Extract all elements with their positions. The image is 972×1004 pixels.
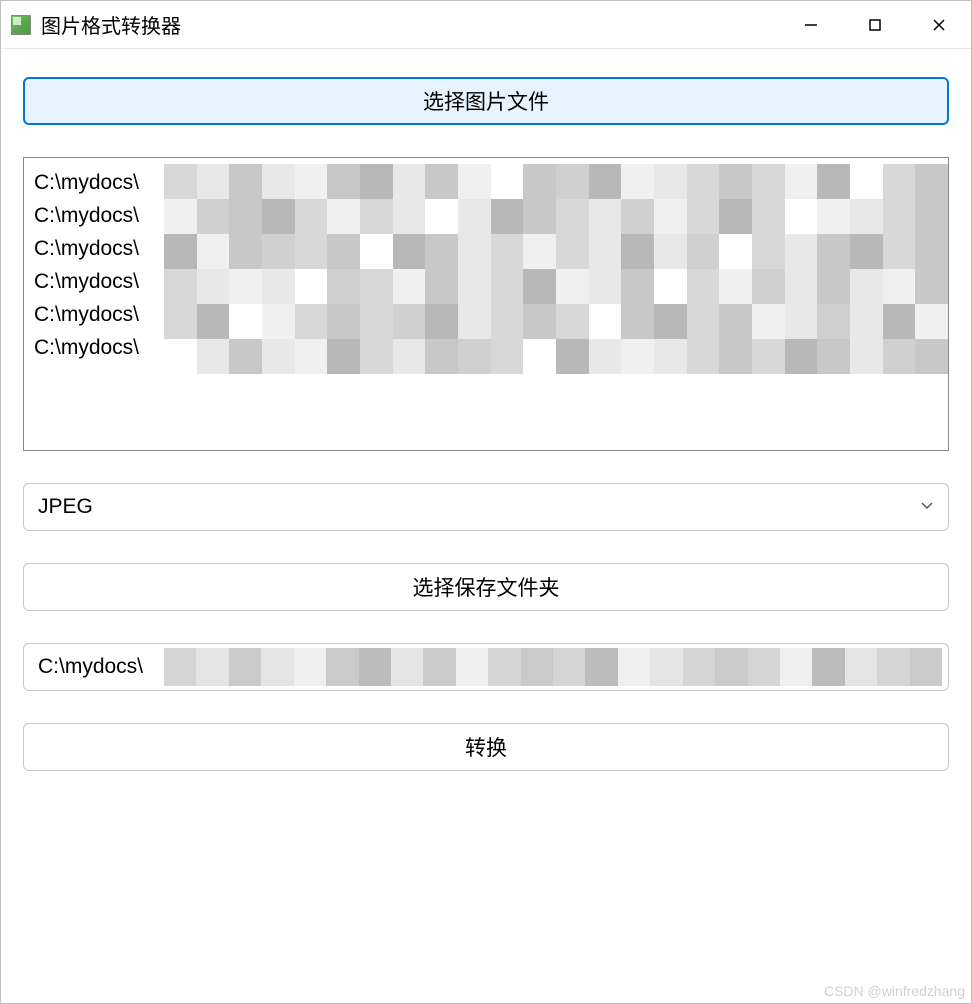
convert-button[interactable]: 转换 [23, 723, 949, 771]
select-files-button[interactable]: 选择图片文件 [23, 77, 949, 125]
save-path-text: C:\mydocs\ [38, 655, 143, 679]
titlebar: 图片格式转换器 [1, 1, 971, 49]
chevron-down-icon [920, 498, 934, 516]
redacted-area [164, 648, 942, 686]
save-path-display[interactable]: C:\mydocs\ [23, 643, 949, 691]
minimize-button[interactable] [779, 1, 843, 48]
maximize-button[interactable] [843, 1, 907, 48]
select-folder-button[interactable]: 选择保存文件夹 [23, 563, 949, 611]
watermark: CSDN @winfredzhang [824, 983, 965, 999]
app-window: 图片格式转换器 选择图片文件 C:\mydocs\ C:\mydocs\ C:\… [0, 0, 972, 1004]
titlebar-left: 图片格式转换器 [9, 10, 181, 39]
file-list[interactable]: C:\mydocs\ C:\mydocs\ C:\mydocs\ C:\mydo… [23, 157, 949, 451]
app-icon [9, 13, 33, 37]
app-title: 图片格式转换器 [41, 10, 181, 39]
close-button[interactable] [907, 1, 971, 48]
content-area: 选择图片文件 C:\mydocs\ C:\mydocs\ C:\mydocs\ … [1, 49, 971, 1003]
format-select[interactable]: JPEG [23, 483, 949, 531]
window-controls [779, 1, 971, 48]
redacted-area [164, 164, 948, 374]
format-select-value: JPEG [38, 495, 93, 519]
